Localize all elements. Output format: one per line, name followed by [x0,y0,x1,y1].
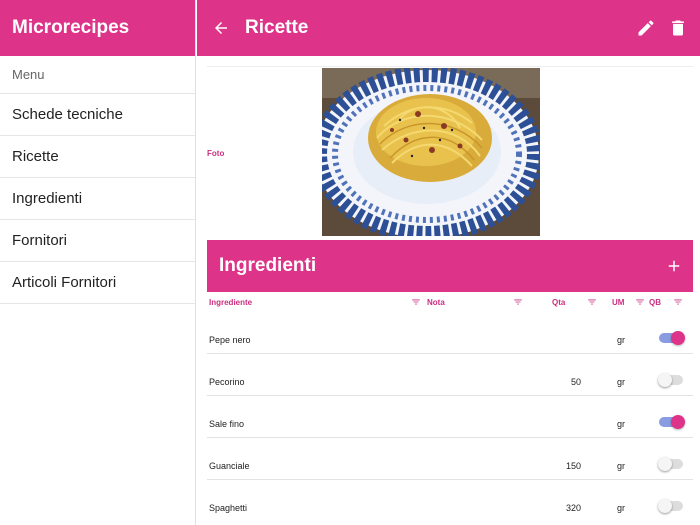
column-header-ingrediente: Ingrediente [209,298,253,307]
qb-toggle[interactable] [658,373,683,387]
sidebar-item-fornitori[interactable]: Fornitori [0,220,195,262]
toggle-knob [658,373,672,387]
ingredient-qta: 150 [565,461,581,471]
ingredient-um: gr [617,503,626,513]
column-header-qb: QB [649,298,661,307]
sidebar-item-articoli-fornitori[interactable]: Articoli Fornitori [0,262,195,304]
column-header-um: UM [612,298,625,307]
sidebar-item-label: Ricette [12,148,59,165]
app-bar: Ricette [197,0,700,56]
ingredients-title: Ingredienti [219,255,317,276]
pencil-icon [638,20,654,36]
ingredient-um: gr [617,419,626,429]
sidebar-item-label: Schede tecniche [12,106,123,123]
table-row[interactable]: Sale fino gr [207,396,693,438]
app-root: Microrecipes Menu Schede tecniche Ricett… [0,0,700,525]
toggle-knob [658,457,672,471]
plus-icon [668,260,680,272]
filter-icon[interactable] [673,297,683,307]
ingredients-section-header: Ingredienti [207,240,693,292]
sidebar-item-ingredienti[interactable]: Ingredienti [0,178,195,220]
ingredient-name: Pecorino [209,377,245,387]
filter-icon[interactable] [635,297,645,307]
main-content: Ricette Foto Ingredienti Ingrediente Not… [197,0,700,525]
ingredient-name: Pepe nero [209,335,251,345]
spaghetti-carbonara-photo [322,68,540,236]
app-title: Microrecipes [12,17,130,38]
sidebar-header: Microrecipes [0,0,195,56]
sidebar-item-label: Fornitori [12,232,68,249]
ingredient-um: gr [617,461,626,471]
sidebar-item-label: Articoli Fornitori [12,274,117,291]
menu-subheader: Menu [0,56,195,94]
photo-label: Foto [207,149,225,158]
ingredient-qta: 50 [570,377,581,387]
ingredient-name: Spaghetti [209,503,248,513]
toggle-knob [658,499,672,513]
page-title: Ricette [245,17,309,38]
table-row[interactable]: Pecorino 50 gr [207,354,693,396]
appbar-actions [634,16,690,40]
filter-icon[interactable] [587,297,597,307]
sidebar-item-ricette[interactable]: Ricette [0,136,195,178]
back-button[interactable] [209,16,233,40]
delete-button[interactable] [666,16,690,40]
qb-toggle[interactable] [658,457,683,471]
filter-icon[interactable] [513,297,523,307]
ingredient-um: gr [617,377,626,387]
arrow-left-icon [215,22,227,34]
ingredients-table: Ingrediente Nota Qta UM QB Pepe nero gr … [207,294,693,522]
column-header-nota: Nota [427,298,445,307]
edit-button[interactable] [634,16,658,40]
table-row[interactable]: Spaghetti 320 gr [207,480,693,522]
table-row[interactable]: Pepe nero gr [207,312,693,354]
qb-toggle[interactable] [659,331,685,345]
filter-icon[interactable] [411,297,421,307]
sidebar-item-label: Ingredienti [12,190,83,207]
toggle-knob [671,415,685,429]
ingredient-um: gr [617,335,626,345]
qb-toggle[interactable] [659,415,685,429]
sidebar-item-schede-tecniche[interactable]: Schede tecniche [0,94,195,136]
ingredient-name: Guanciale [209,461,250,471]
trash-icon [672,20,684,36]
table-row[interactable]: Guanciale 150 gr [207,438,693,480]
add-ingredient-button[interactable] [663,255,685,277]
ingredient-qta: 320 [565,503,581,513]
column-header-qta: Qta [552,298,566,307]
sidebar: Microrecipes Menu Schede tecniche Ricett… [0,0,196,525]
recipe-photo[interactable] [322,68,540,236]
toggle-knob [671,331,685,345]
qb-toggle[interactable] [658,499,683,513]
photo-field: Foto [207,66,693,236]
table-header: Ingrediente Nota Qta UM QB [207,294,693,312]
ingredient-name: Sale fino [209,419,245,429]
